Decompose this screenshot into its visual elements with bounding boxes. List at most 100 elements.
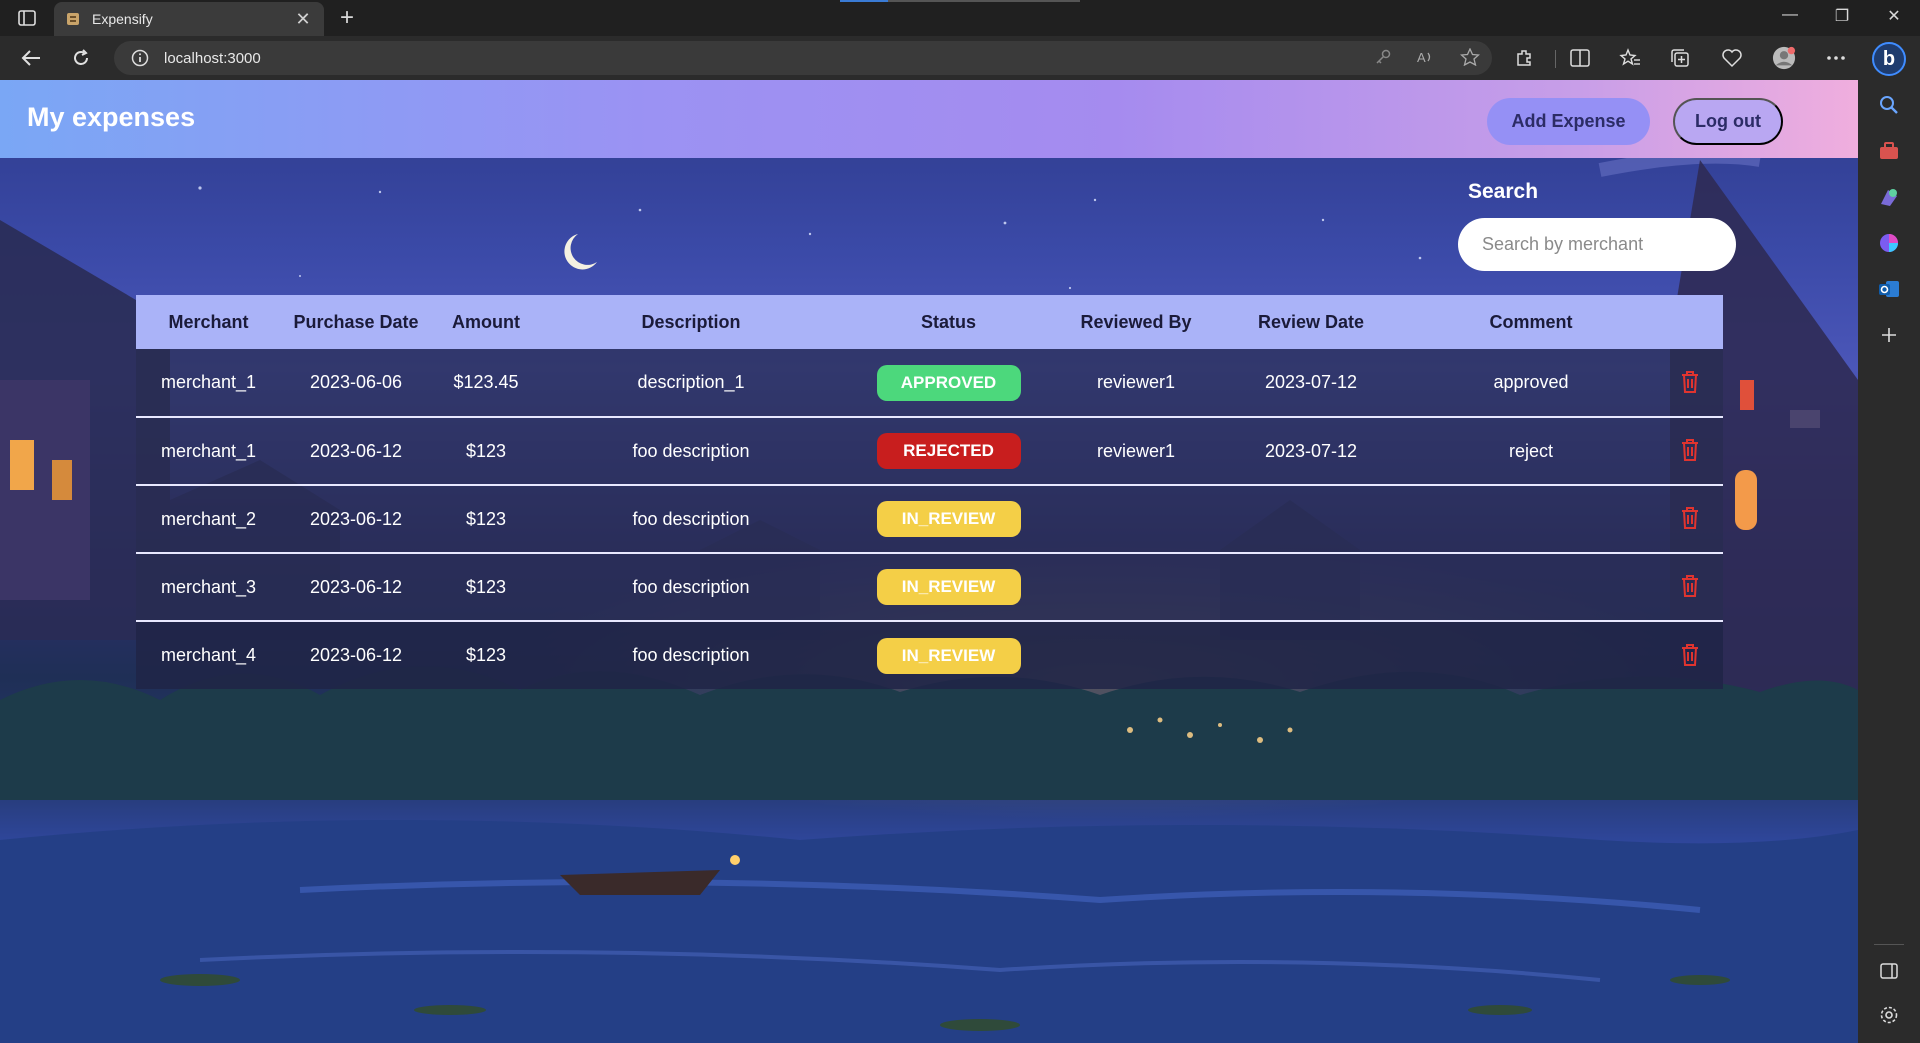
address-bar[interactable]: localhost:3000 A xyxy=(114,41,1492,75)
sidebar-office-icon[interactable] xyxy=(1876,230,1902,256)
search-label: Search xyxy=(1468,180,1539,203)
cell-actions xyxy=(1656,485,1723,553)
sidebar-hide-icon[interactable] xyxy=(1876,958,1902,984)
cell-reviewed-by xyxy=(1056,553,1216,621)
browser-navbar: localhost:3000 A xyxy=(0,36,1920,80)
read-aloud-icon[interactable]: A xyxy=(1416,48,1436,71)
logout-button[interactable]: Log out xyxy=(1673,98,1783,145)
page-viewport: My expenses Add Expense Log out Search M… xyxy=(0,80,1858,1043)
cell-status: APPROVED xyxy=(841,349,1056,417)
search-input[interactable] xyxy=(1458,218,1736,271)
svg-text:A: A xyxy=(1417,50,1426,65)
cell-status: IN_REVIEW xyxy=(841,553,1056,621)
minimize-icon[interactable]: — xyxy=(1778,6,1802,24)
cell-actions xyxy=(1656,621,1723,689)
window-close-icon[interactable]: ✕ xyxy=(1882,6,1906,26)
status-badge: IN_REVIEW xyxy=(876,637,1021,674)
browser-tab[interactable]: Expensify ✕ xyxy=(54,2,324,36)
cell-review-date xyxy=(1216,621,1406,689)
cell-purchase-date: 2023-06-12 xyxy=(309,645,403,665)
cell-purchase-date: 2023-06-06 xyxy=(309,372,403,392)
restore-icon[interactable]: ❐ xyxy=(1830,6,1854,26)
cell-review-date: 2023-07-12 xyxy=(1264,440,1358,461)
cell-reviewed-by: reviewer1 xyxy=(1096,440,1176,461)
cell-amount: $123 xyxy=(465,508,507,529)
sidebar-add-icon[interactable] xyxy=(1876,322,1902,348)
status-badge: IN_REVIEW xyxy=(876,501,1021,537)
more-menu-icon[interactable] xyxy=(1824,47,1848,69)
cell-description: foo description xyxy=(632,440,750,461)
status-badge: IN_REVIEW xyxy=(876,569,1021,605)
tab-title: Expensify xyxy=(92,11,153,27)
table-row[interactable]: merchant_1 2023-06-06 $123.45 descriptio… xyxy=(136,349,1723,417)
sidebar-tools-icon[interactable] xyxy=(1876,138,1902,164)
tab-actions-icon[interactable] xyxy=(14,8,40,28)
cell-amount: $123 xyxy=(465,440,507,461)
cell-comment: approved xyxy=(1493,372,1569,392)
cell-amount: $123.45 xyxy=(453,372,519,392)
trash-icon[interactable] xyxy=(1676,571,1704,601)
cell-description: description_1 xyxy=(637,372,745,392)
trash-icon[interactable] xyxy=(1676,503,1704,533)
tab-close-icon[interactable]: ✕ xyxy=(292,9,314,30)
cell-reviewed-by xyxy=(1056,485,1216,553)
cell-comment xyxy=(1406,553,1656,621)
cell-review-date xyxy=(1216,553,1406,621)
profile-avatar-icon[interactable] xyxy=(1772,46,1796,70)
column-header-purchase-date[interactable]: Purchase Date xyxy=(281,295,431,349)
cell-review-date: 2023-07-12 xyxy=(1264,372,1358,392)
sidebar-outlook-icon[interactable] xyxy=(1876,276,1902,302)
refresh-icon[interactable] xyxy=(68,46,94,70)
cell-merchant: merchant_3 xyxy=(160,576,257,597)
extensions-icon[interactable] xyxy=(1512,47,1536,69)
cell-review-date xyxy=(1216,485,1406,553)
column-header-reviewed-by[interactable]: Reviewed By xyxy=(1056,295,1216,349)
table-row[interactable]: merchant_2 2023-06-12 $123 foo descripti… xyxy=(136,485,1723,553)
browser-essentials-icon[interactable] xyxy=(1720,47,1744,69)
status-badge: APPROVED xyxy=(876,364,1021,401)
add-expense-button[interactable]: Add Expense xyxy=(1487,98,1650,145)
split-screen-icon[interactable] xyxy=(1568,47,1592,69)
cell-description: foo description xyxy=(632,576,750,597)
cell-purchase-date: 2023-06-12 xyxy=(309,576,403,597)
column-header-merchant[interactable]: Merchant xyxy=(136,295,281,349)
cell-actions xyxy=(1656,553,1723,621)
cell-amount: $123 xyxy=(465,645,507,665)
cell-status: REJECTED xyxy=(841,417,1056,485)
expensify-favicon-icon xyxy=(64,10,82,28)
trash-icon[interactable] xyxy=(1676,640,1704,670)
cell-comment xyxy=(1406,485,1656,553)
cell-comment: reject xyxy=(1508,440,1553,461)
new-tab-icon[interactable]: + xyxy=(334,4,360,32)
sidebar-games-icon[interactable] xyxy=(1876,184,1902,210)
favorite-star-icon[interactable] xyxy=(1459,47,1481,71)
trash-icon[interactable] xyxy=(1676,435,1704,465)
column-header-amount[interactable]: Amount xyxy=(431,295,541,349)
table-header-row: Merchant Purchase Date Amount Descriptio… xyxy=(136,295,1723,349)
favorites-icon[interactable] xyxy=(1618,47,1642,69)
password-key-icon[interactable] xyxy=(1374,48,1392,71)
collections-icon[interactable] xyxy=(1668,47,1692,69)
cell-description: foo description xyxy=(632,645,750,665)
column-header-comment[interactable]: Comment xyxy=(1406,295,1656,349)
back-icon[interactable] xyxy=(18,46,44,70)
table-row[interactable]: merchant_1 2023-06-12 $123 foo descripti… xyxy=(136,417,1723,485)
column-header-status[interactable]: Status xyxy=(841,295,1056,349)
cell-reviewed-by xyxy=(1056,621,1216,689)
cell-actions xyxy=(1656,417,1723,485)
tab-indicator xyxy=(840,0,888,2)
cell-purchase-date: 2023-06-12 xyxy=(309,440,403,461)
trash-icon[interactable] xyxy=(1676,367,1704,397)
sidebar-search-icon[interactable] xyxy=(1876,92,1902,118)
table-row[interactable]: merchant_4 2023-06-12 $123 foo descripti… xyxy=(136,621,1723,689)
sidebar-settings-icon[interactable] xyxy=(1876,1002,1902,1028)
column-header-description[interactable]: Description xyxy=(541,295,841,349)
table-row[interactable]: merchant_3 2023-06-12 $123 foo descripti… xyxy=(136,553,1723,621)
column-header-review-date[interactable]: Review Date xyxy=(1216,295,1406,349)
cell-purchase-date: 2023-06-12 xyxy=(309,508,403,529)
cell-merchant: merchant_1 xyxy=(160,440,257,461)
tab-indicator-track xyxy=(888,0,1080,2)
app-header: My expenses Add Expense Log out xyxy=(0,80,1858,158)
copilot-icon[interactable]: b xyxy=(1872,42,1906,76)
site-info-icon[interactable] xyxy=(130,48,150,68)
